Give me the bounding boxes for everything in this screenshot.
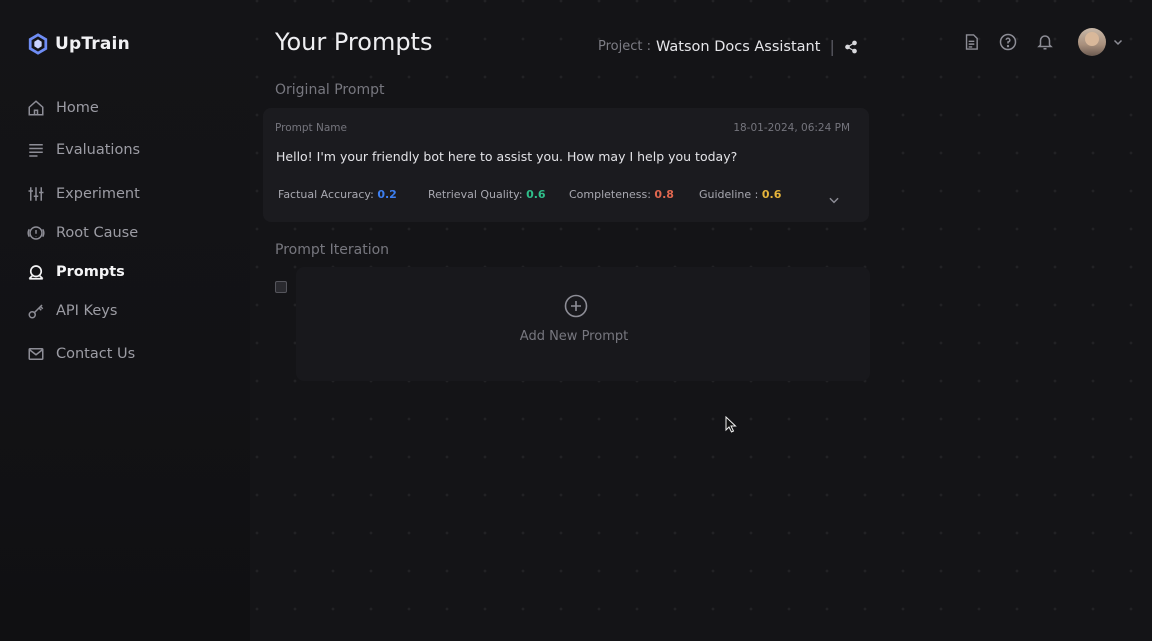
sidebar-item-label: Experiment xyxy=(56,186,140,202)
metric-guideline: Guideline : 0.6 xyxy=(699,188,781,201)
mail-icon xyxy=(26,344,46,364)
metric-label: Retrieval Quality: xyxy=(428,188,523,201)
sidebar-item-home[interactable]: Home xyxy=(26,98,99,118)
bell-icon[interactable] xyxy=(1034,31,1056,53)
sidebar-item-prompts[interactable]: Prompts xyxy=(26,262,125,282)
project-label: Project : xyxy=(598,39,651,54)
sidebar-item-label: Evaluations xyxy=(56,142,141,158)
project-separator: | xyxy=(829,37,835,56)
sidebar-item-label: API Keys xyxy=(56,303,118,319)
app-logo[interactable]: UpTrain xyxy=(27,33,130,55)
project-name: Watson Docs Assistant xyxy=(656,38,821,55)
metric-value: 0.8 xyxy=(654,188,674,201)
alert-circle-icon xyxy=(26,223,46,243)
avatar[interactable] xyxy=(1078,28,1106,56)
share-icon[interactable] xyxy=(844,40,858,54)
list-icon xyxy=(26,140,46,160)
sidebar-item-api-keys[interactable]: API Keys xyxy=(26,301,117,321)
sidebar: UpTrain Home Evaluations Experiment Root… xyxy=(0,0,250,641)
sidebar-item-root-cause[interactable]: Root Cause xyxy=(26,223,138,243)
mouse-cursor-icon xyxy=(725,415,737,433)
metric-label: Factual Accuracy: xyxy=(278,188,374,201)
metric-retrieval-quality: Retrieval Quality: 0.6 xyxy=(428,188,546,201)
original-prompt-card: Prompt Name 18-01-2024, 06:24 PM Hello! … xyxy=(263,108,869,222)
project-selector[interactable]: Project : Watson Docs Assistant | xyxy=(598,37,858,56)
iteration-checkbox[interactable] xyxy=(275,281,287,293)
chevron-down-icon[interactable] xyxy=(1112,36,1124,48)
uptrain-logo-icon xyxy=(28,33,48,55)
prompt-text: Hello! I'm your friendly bot here to ass… xyxy=(276,149,738,164)
page-title: Your Prompts xyxy=(275,28,433,56)
prompt-timestamp: 18-01-2024, 06:24 PM xyxy=(733,122,850,134)
sliders-icon xyxy=(26,184,46,204)
sidebar-item-label: Prompts xyxy=(56,264,125,280)
metric-label: Completeness: xyxy=(569,188,651,201)
sidebar-item-label: Contact Us xyxy=(56,346,136,362)
expand-chevron-icon[interactable] xyxy=(827,192,841,206)
metric-label: Guideline : xyxy=(699,188,759,201)
help-icon[interactable] xyxy=(997,31,1019,53)
original-prompt-heading: Original Prompt xyxy=(275,82,385,98)
sidebar-item-label: Home xyxy=(56,100,99,116)
header-actions xyxy=(945,28,1124,56)
app-name: UpTrain xyxy=(55,34,130,54)
sidebar-item-label: Root Cause xyxy=(56,225,139,241)
metric-value: 0.6 xyxy=(526,188,546,201)
sidebar-item-contact-us[interactable]: Contact Us xyxy=(26,344,135,364)
metric-completeness: Completeness: 0.8 xyxy=(569,188,674,201)
key-icon xyxy=(26,301,46,321)
prompt-name-label: Prompt Name xyxy=(275,122,347,134)
add-new-prompt-label: Add New Prompt xyxy=(519,329,629,344)
metric-value: 0.6 xyxy=(761,188,782,201)
metric-factual-accuracy: Factual Accuracy: 0.2 xyxy=(278,188,397,201)
prompt-icon xyxy=(26,262,46,282)
home-icon xyxy=(26,98,46,118)
add-new-prompt-button[interactable]: Add New Prompt xyxy=(296,267,870,381)
prompt-iteration-heading: Prompt Iteration xyxy=(275,242,390,258)
plus-circle-icon xyxy=(564,294,588,318)
sidebar-item-experiment[interactable]: Experiment xyxy=(26,184,140,204)
document-icon[interactable] xyxy=(960,31,982,53)
metric-value: 0.2 xyxy=(377,188,397,201)
sidebar-item-evaluations[interactable]: Evaluations xyxy=(26,140,140,160)
